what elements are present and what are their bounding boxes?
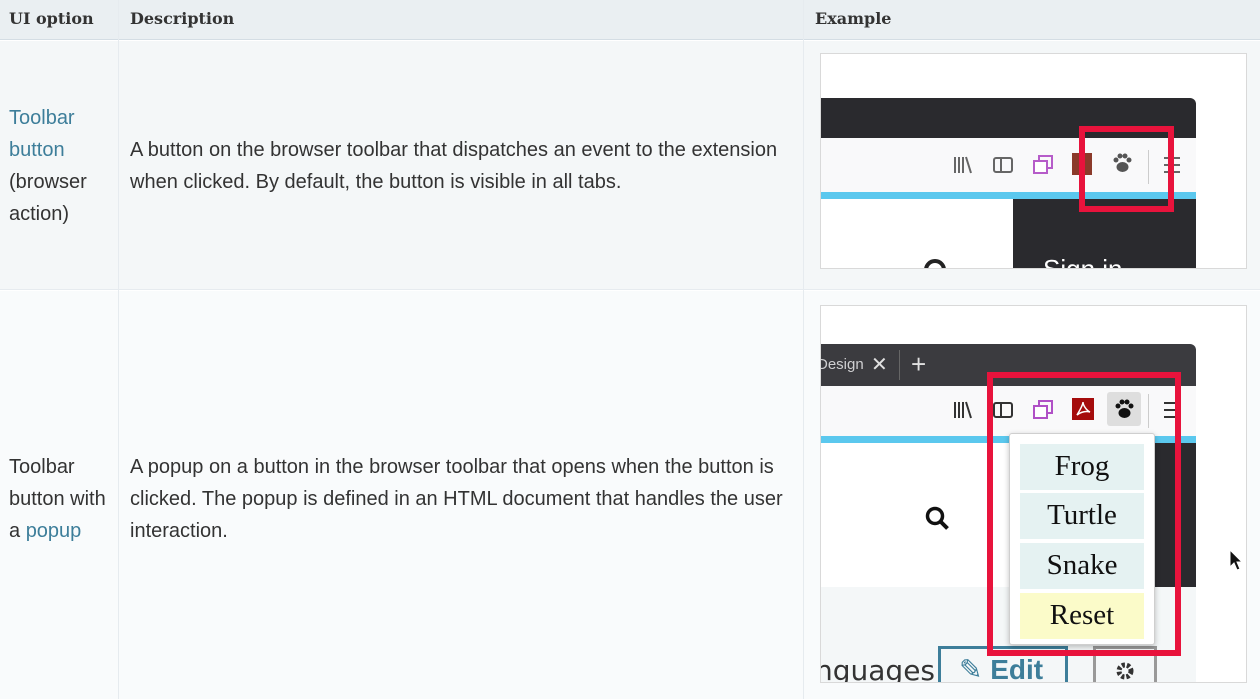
- highlight-box: [1079, 126, 1174, 212]
- option-cell-popup: Toolbar button with a popup: [9, 451, 106, 547]
- header-example: Example: [804, 0, 1260, 40]
- description-line: when clicked. By default, the button is …: [130, 171, 622, 193]
- ui-options-table: UI option Description Example Toolbar but…: [0, 0, 1260, 699]
- search-icon: [925, 506, 949, 530]
- description-line: interaction.: [130, 520, 228, 542]
- plus-icon: +: [911, 349, 927, 379]
- option-text-3: a: [9, 520, 26, 542]
- column-divider: [118, 0, 119, 699]
- description-cell: A button on the browser toolbar that dis…: [130, 134, 777, 198]
- tab-divider: [899, 350, 900, 380]
- option-text-1: (browser: [9, 171, 87, 193]
- synced-tabs-icon: [1033, 155, 1053, 174]
- column-divider: [803, 0, 804, 699]
- search-icon: [924, 259, 946, 268]
- link-text-1: Toolbar: [9, 107, 75, 129]
- gear-icon: [1116, 662, 1134, 680]
- toolbar-button-link[interactable]: Toolbar button: [9, 107, 75, 161]
- edit-label: Edit: [990, 654, 1044, 683]
- option-text-2: button with: [9, 488, 106, 510]
- popup-link[interactable]: popup: [26, 520, 82, 542]
- pencil-icon: ✎: [959, 654, 983, 683]
- close-icon: ✕: [871, 354, 888, 376]
- example-toolbar-button-image: Sign in: [820, 53, 1247, 269]
- description-line: A popup on a button in the browser toolb…: [130, 456, 774, 478]
- link-text-2: button: [9, 139, 65, 161]
- header-description: Description: [119, 0, 803, 40]
- page-heading-fragment: nguages: [820, 654, 936, 683]
- sidebar-icon: [993, 157, 1013, 173]
- sign-in-text: Sign in: [1043, 254, 1123, 269]
- header-ui-option: UI option: [0, 0, 118, 40]
- highlight-box: [987, 372, 1181, 656]
- option-cell-toolbar-button: Toolbar button (browser action): [9, 102, 87, 230]
- mouse-cursor-icon: [1229, 549, 1243, 571]
- library-icon: [954, 156, 972, 174]
- option-text-2: action): [9, 203, 70, 225]
- description-line: clicked. The popup is defined in an HTML…: [130, 488, 783, 510]
- example-popup-image: Design ✕ + nguages ✎ Edit Frog Turtle Sn…: [820, 305, 1247, 683]
- tab-label: Design: [820, 356, 864, 373]
- description-cell: A popup on a button in the browser toolb…: [130, 451, 783, 547]
- option-text-1: Toolbar: [9, 456, 75, 478]
- description-line: A button on the browser toolbar that dis…: [130, 139, 778, 161]
- library-icon: [954, 401, 972, 419]
